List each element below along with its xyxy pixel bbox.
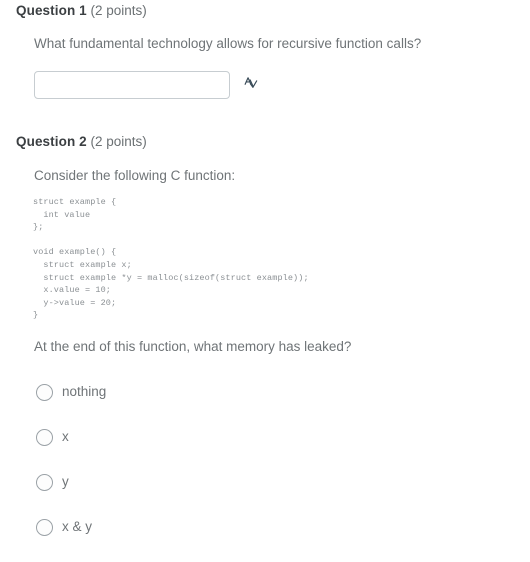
question-2-body: Consider the following C function: [0, 166, 530, 186]
question-2-name: Question 2 [16, 134, 87, 149]
radio-button-icon[interactable] [36, 428, 53, 446]
question-2-points: (2 points) [90, 134, 147, 149]
option-label: y [62, 474, 69, 490]
answer-options-list: nothing x y x & y [36, 381, 106, 538]
question-1-name: Question 1 [16, 3, 87, 18]
question-2-followup: At the end of this function, what memory… [34, 339, 352, 354]
option-row-y[interactable]: y [36, 471, 106, 493]
code-sample: struct example { int value }; void examp… [33, 197, 309, 321]
question-1-body: What fundamental technology allows for r… [0, 34, 530, 99]
short-answer-input[interactable] [34, 70, 230, 99]
quiz-page: Question 1 (2 points) What fundamental t… [0, 0, 530, 562]
option-label: x & y [62, 519, 93, 535]
question-1-answer-row [34, 70, 514, 99]
question-1-points: (2 points) [90, 3, 147, 18]
question-block-1: Question 1 (2 points) What fundamental t… [0, 3, 530, 99]
option-row-nothing[interactable]: nothing [36, 381, 106, 403]
question-1-header: Question 1 (2 points) [0, 3, 530, 19]
radio-button-icon[interactable] [36, 383, 53, 401]
radio-button-icon[interactable] [36, 473, 53, 491]
spellcheck-icon[interactable] [243, 76, 261, 94]
question-2-prompt: Consider the following C function: [34, 168, 236, 184]
option-row-x-and-y[interactable]: x & y [36, 516, 106, 538]
option-label: nothing [62, 384, 107, 400]
question-2-header: Question 2 (2 points) [0, 134, 530, 150]
question-block-2: Question 2 (2 points) Consider the follo… [0, 134, 530, 186]
radio-button-icon[interactable] [36, 518, 53, 536]
option-label: x [62, 429, 69, 445]
option-row-x[interactable]: x [36, 426, 106, 448]
question-1-prompt: What fundamental technology allows for r… [34, 36, 422, 52]
